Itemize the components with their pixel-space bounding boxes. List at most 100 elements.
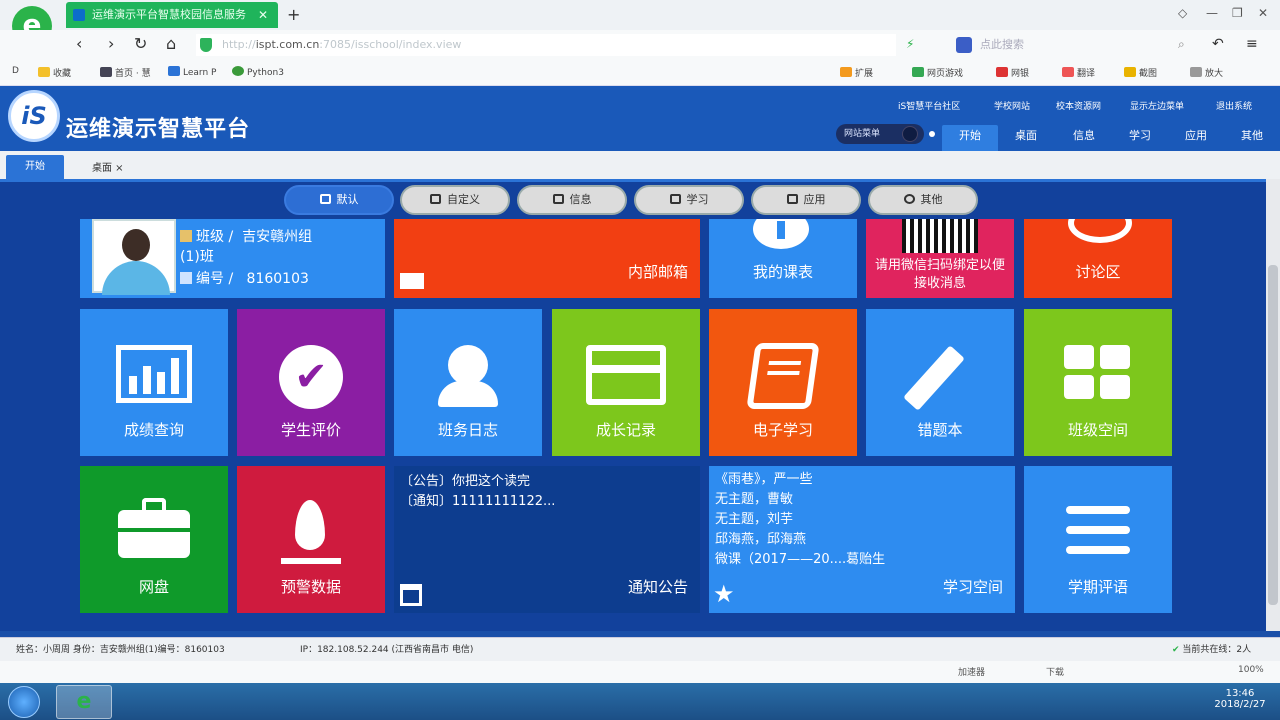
tile-mail[interactable]: 内部邮箱 xyxy=(394,219,700,298)
bookmark-item[interactable]: 首页 · 慧 xyxy=(100,66,151,79)
forward-icon[interactable]: › xyxy=(108,34,114,54)
mail-icon xyxy=(400,273,424,289)
other-icon xyxy=(903,194,915,204)
notice-list: 〔公告〕你把这个读完 〔通知〕11111111122... xyxy=(400,472,555,512)
toolbar-translate[interactable]: 翻译 xyxy=(1062,66,1095,79)
tile-term-review[interactable]: 学期评语 xyxy=(1024,466,1172,613)
tile-evaluation[interactable]: ✔ 学生评价 xyxy=(237,309,385,456)
pill-study[interactable]: 学习 xyxy=(634,185,744,215)
minimize-icon[interactable]: — xyxy=(1206,6,1218,20)
toolbar-bank[interactable]: 网银 xyxy=(996,66,1029,79)
pill-default[interactable]: 默认 xyxy=(284,185,394,215)
tile-duty-log[interactable]: 班务日志 xyxy=(394,309,542,456)
notice-item[interactable]: 〔通知〕11111111122... xyxy=(400,492,555,512)
pill-other[interactable]: 其他 xyxy=(868,185,978,215)
close-window-icon[interactable]: ✕ xyxy=(1258,6,1268,20)
skin-icon[interactable]: ◇ xyxy=(1178,6,1187,20)
home-icon[interactable]: ⌂ xyxy=(166,34,176,54)
menu-lines-icon xyxy=(1066,506,1130,558)
toolbar-games[interactable]: 网页游戏 xyxy=(912,66,963,79)
tile-study-space[interactable]: 《雨巷》，严一些 无主题，曹敏 无主题，刘芋 邱海燕，邱海燕 微课（2017——… xyxy=(709,466,1015,613)
user-icon xyxy=(448,345,488,385)
tile-notice[interactable]: 〔公告〕你把这个读完 〔通知〕11111111122... 通知公告 xyxy=(394,466,700,613)
study-item[interactable]: 微课（2017——20....葛贻生 xyxy=(715,550,885,570)
tab-desktop[interactable]: 桌面 × xyxy=(92,159,124,174)
search-input[interactable]: 点此搜索 xyxy=(950,34,1200,56)
search-icon[interactable]: ⌕ xyxy=(1178,34,1185,54)
tile-class-space[interactable]: 班级空间 xyxy=(1024,309,1172,456)
nav-other[interactable]: 其他 xyxy=(1224,125,1280,151)
calendar-icon xyxy=(400,584,422,606)
link-resources[interactable]: 校本资源网 xyxy=(1056,99,1101,112)
tile-ebook[interactable]: 电子学习 xyxy=(709,309,857,456)
grid-icon xyxy=(1064,345,1132,403)
clock[interactable]: 13:46 2018/2/27 xyxy=(1210,688,1270,710)
zoom-level[interactable]: 100% xyxy=(1238,665,1264,675)
star-icon: ★ xyxy=(713,580,735,608)
study-item[interactable]: 无主题，刘芋 xyxy=(715,510,885,530)
study-item[interactable]: 《雨巷》，严一些 xyxy=(715,470,885,490)
link-school-site[interactable]: 学校网站 xyxy=(994,99,1030,112)
tab-title: 运维演示平台智慧校园信息服务 xyxy=(92,8,246,21)
nav-desktop[interactable]: 桌面 xyxy=(998,125,1054,151)
nav-study[interactable]: 学习 xyxy=(1112,125,1168,151)
tab-start[interactable]: 开始 xyxy=(6,155,64,179)
tile-wechat-bind[interactable]: 请用微信扫码绑定以便接收消息 xyxy=(866,219,1014,298)
study-list: 《雨巷》，严一些 无主题，曹敏 无主题，刘芋 邱海燕，邱海燕 微课（2017——… xyxy=(715,470,885,570)
link-community[interactable]: iS智慧平台社区 xyxy=(898,99,960,112)
taskbar xyxy=(0,683,1280,720)
tile-growth[interactable]: 成长记录 xyxy=(552,309,700,456)
nav-info[interactable]: 信息 xyxy=(1056,125,1112,151)
pill-custom[interactable]: 自定义 xyxy=(400,185,510,215)
pill-apps[interactable]: 应用 xyxy=(751,185,861,215)
profile-id: 编号 / 8160103 xyxy=(180,268,309,288)
notice-item[interactable]: 〔公告〕你把这个读完 xyxy=(400,472,555,492)
browser-tab-active[interactable]: 运维演示平台智慧校园信息服务 xyxy=(66,2,278,28)
qr-code-icon xyxy=(902,219,978,253)
back-icon[interactable]: ‹ xyxy=(76,34,82,54)
page-tab-row xyxy=(0,151,1280,179)
nav-apps[interactable]: 应用 xyxy=(1168,125,1224,151)
start-button[interactable] xyxy=(8,686,40,718)
tile-netdisk[interactable]: 网盘 xyxy=(80,466,228,613)
menu-icon[interactable]: ≡ xyxy=(1246,34,1258,54)
folder-icon xyxy=(430,194,441,204)
link-logout[interactable]: 退出系统 xyxy=(1216,99,1252,112)
tile-schedule[interactable]: 我的课表 xyxy=(709,219,857,298)
scrollbar-thumb[interactable] xyxy=(1268,265,1278,605)
search-engine-icon xyxy=(956,37,972,53)
nav-start[interactable]: 开始 xyxy=(942,125,998,151)
maximize-icon[interactable]: ❐ xyxy=(1232,6,1243,20)
study-item[interactable]: 无主题，曹敏 xyxy=(715,490,885,510)
tile-warning[interactable]: 预警数据 xyxy=(237,466,385,613)
tile-mistakes[interactable]: 错题本 xyxy=(866,309,1014,456)
bookmark-item[interactable]: Python3 xyxy=(232,66,284,78)
profile-class: 班级 / 吉安赣州组 xyxy=(180,226,312,246)
download-button[interactable]: 下载 xyxy=(1046,665,1064,678)
pill-info[interactable]: 信息 xyxy=(517,185,627,215)
tile-scores[interactable]: 成绩查询 xyxy=(80,309,228,456)
new-tab-icon[interactable]: + xyxy=(287,2,300,28)
checkmark-icon: ✔ xyxy=(279,345,343,409)
shield-icon xyxy=(200,38,212,52)
tab-close-icon[interactable]: ✕ xyxy=(258,2,268,28)
toolbar-screenshot[interactable]: 截图 xyxy=(1124,66,1157,79)
bookmark-item[interactable]: Learn P xyxy=(168,66,216,78)
ip-status: IP：182.108.52.244 (江西省南昌市 电信) xyxy=(300,645,474,655)
briefcase-icon xyxy=(118,498,190,558)
undo-icon[interactable]: ↶ xyxy=(1212,34,1224,54)
class-icon xyxy=(180,230,192,242)
bookmark-toggle[interactable]: D xyxy=(12,66,19,76)
link-left-menu[interactable]: 显示左边菜单 xyxy=(1130,99,1184,112)
lightning-icon[interactable]: ⚡ xyxy=(906,34,914,54)
tile-forum[interactable]: 讨论区 xyxy=(1024,219,1172,298)
url-input[interactable]: http://ispt.com.cn:7085/isschool/index.v… xyxy=(196,34,896,56)
study-item[interactable]: 邱海燕，邱海燕 xyxy=(715,530,885,550)
avatar xyxy=(92,219,176,295)
bookmark-item[interactable]: 收藏 xyxy=(38,66,71,79)
taskbar-browser-icon[interactable]: e xyxy=(56,685,112,719)
accelerator-button[interactable]: 加速器 xyxy=(958,665,985,678)
toolbar-extensions[interactable]: 扩展 xyxy=(840,66,873,79)
toolbar-zoom[interactable]: 放大 xyxy=(1190,66,1223,79)
reload-icon[interactable]: ↻ xyxy=(134,34,147,54)
